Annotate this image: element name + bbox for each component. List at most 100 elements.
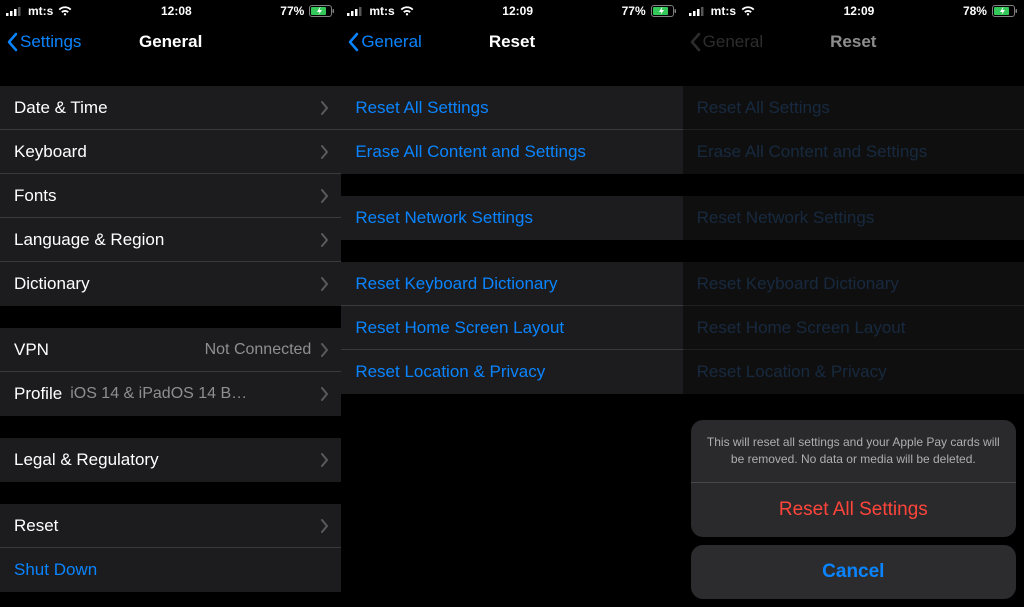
row-value: Not Connected (205, 341, 312, 359)
row-reset-all-settings[interactable]: Reset All Settings (341, 86, 682, 130)
chevron-right-icon (321, 387, 329, 401)
carrier-label: mt:s (711, 4, 736, 18)
status-bar: mt:s 12:09 77% (341, 0, 682, 20)
back-button[interactable]: Settings (6, 32, 81, 52)
row-date-time[interactable]: Date & Time (0, 86, 341, 130)
chevron-right-icon (321, 101, 329, 115)
chevron-right-icon (321, 145, 329, 159)
back-label: General (361, 32, 421, 52)
signal-icon (6, 6, 23, 16)
row-label: Language & Region (14, 230, 311, 250)
signal-icon (347, 6, 364, 16)
row-legal-regulatory[interactable]: Legal & Regulatory (0, 438, 341, 482)
chevron-right-icon (321, 189, 329, 203)
battery-icon (309, 5, 335, 17)
row-reset-home-screen: Reset Home Screen Layout (683, 306, 1024, 350)
action-cancel[interactable]: Cancel (691, 545, 1016, 599)
row-language-region[interactable]: Language & Region (0, 218, 341, 262)
group-legal: Legal & Regulatory (0, 438, 341, 482)
nav-title: Reset (489, 32, 535, 52)
row-label: Profile (14, 384, 62, 404)
status-bar: mt:s 12:08 77% (0, 0, 341, 20)
chevron-right-icon (321, 233, 329, 247)
row-reset[interactable]: Reset (0, 504, 341, 548)
group-reset-network: Reset Network Settings (341, 196, 682, 240)
battery-percent: 77% (622, 4, 646, 18)
row-reset-network: Reset Network Settings (683, 196, 1024, 240)
row-reset-location-privacy: Reset Location & Privacy (683, 350, 1024, 394)
row-label: Reset Home Screen Layout (355, 318, 668, 338)
chevron-left-icon (6, 32, 18, 52)
action-reset-all-settings[interactable]: Reset All Settings (691, 483, 1016, 537)
battery-icon (992, 5, 1018, 17)
nav-title: General (139, 32, 202, 52)
row-reset-keyboard-dictionary[interactable]: Reset Keyboard Dictionary (341, 262, 682, 306)
nav-bar: General Reset (341, 20, 682, 64)
clock: 12:08 (161, 4, 192, 18)
clock: 12:09 (844, 4, 875, 18)
battery-percent: 77% (280, 4, 304, 18)
wifi-icon (741, 6, 755, 16)
row-label: Reset All Settings (697, 98, 1010, 118)
chevron-right-icon (321, 519, 329, 533)
back-button[interactable]: General (347, 32, 421, 52)
row-label: Reset Keyboard Dictionary (697, 274, 1010, 294)
group-datetime: Date & Time Keyboard Fonts Language & Re… (0, 86, 341, 306)
carrier-label: mt:s (369, 4, 394, 18)
battery-percent: 78% (963, 4, 987, 18)
action-sheet-block: This will reset all settings and your Ap… (691, 420, 1016, 537)
carrier-label: mt:s (28, 4, 53, 18)
row-label: Erase All Content and Settings (697, 142, 1010, 162)
row-vpn[interactable]: VPN Not Connected (0, 328, 341, 372)
row-value: iOS 14 & iPadOS 14 Beta Softwar... (70, 385, 250, 403)
group-reset-all: Reset All Settings Erase All Content and… (683, 86, 1024, 174)
row-reset-location-privacy[interactable]: Reset Location & Privacy (341, 350, 682, 394)
chevron-right-icon (321, 343, 329, 357)
row-label: Reset Location & Privacy (697, 362, 1010, 382)
row-shut-down[interactable]: Shut Down (0, 548, 341, 592)
chevron-right-icon (321, 277, 329, 291)
screen-reset: mt:s 12:09 77% General Reset Reset All S… (341, 0, 682, 607)
chevron-left-icon (347, 32, 359, 52)
wifi-icon (58, 6, 72, 16)
row-reset-all-settings: Reset All Settings (683, 86, 1024, 130)
row-label: Reset Home Screen Layout (697, 318, 1010, 338)
row-label: Reset Keyboard Dictionary (355, 274, 668, 294)
row-keyboard[interactable]: Keyboard (0, 130, 341, 174)
content: Reset All Settings Erase All Content and… (341, 64, 682, 607)
row-label: VPN (14, 340, 205, 360)
nav-title: Reset (830, 32, 876, 52)
action-sheet: This will reset all settings and your Ap… (683, 412, 1024, 607)
screen-reset-confirm: mt:s 12:09 78% General Reset Reset All S… (683, 0, 1024, 607)
group-reset-misc: Reset Keyboard Dictionary Reset Home Scr… (683, 262, 1024, 394)
row-label: Dictionary (14, 274, 311, 294)
back-button: General (689, 32, 763, 52)
chevron-right-icon (321, 453, 329, 467)
row-label: Reset Location & Privacy (355, 362, 668, 382)
row-fonts[interactable]: Fonts (0, 174, 341, 218)
group-reset-misc: Reset Keyboard Dictionary Reset Home Scr… (341, 262, 682, 394)
row-label: Date & Time (14, 98, 311, 118)
status-bar: mt:s 12:09 78% (683, 0, 1024, 20)
back-label: Settings (20, 32, 81, 52)
row-dictionary[interactable]: Dictionary (0, 262, 341, 306)
row-label: Keyboard (14, 142, 311, 162)
row-label: Legal & Regulatory (14, 450, 311, 470)
row-label: Reset Network Settings (697, 208, 1010, 228)
row-label: Reset All Settings (355, 98, 668, 118)
nav-bar: Settings General (0, 20, 341, 64)
wifi-icon (400, 6, 414, 16)
row-reset-keyboard-dictionary: Reset Keyboard Dictionary (683, 262, 1024, 306)
battery-icon (651, 5, 677, 17)
row-reset-network[interactable]: Reset Network Settings (341, 196, 682, 240)
chevron-left-icon (689, 32, 701, 52)
row-profile[interactable]: Profile iOS 14 & iPadOS 14 Beta Softwar.… (0, 372, 341, 416)
group-reset-network: Reset Network Settings (683, 196, 1024, 240)
row-label: Erase All Content and Settings (355, 142, 668, 162)
row-label: Fonts (14, 186, 311, 206)
row-erase-all-content[interactable]: Erase All Content and Settings (341, 130, 682, 174)
group-reset-all: Reset All Settings Erase All Content and… (341, 86, 682, 174)
screen-general: mt:s 12:08 77% Settings General Date & T… (0, 0, 341, 607)
clock: 12:09 (502, 4, 533, 18)
row-reset-home-screen[interactable]: Reset Home Screen Layout (341, 306, 682, 350)
